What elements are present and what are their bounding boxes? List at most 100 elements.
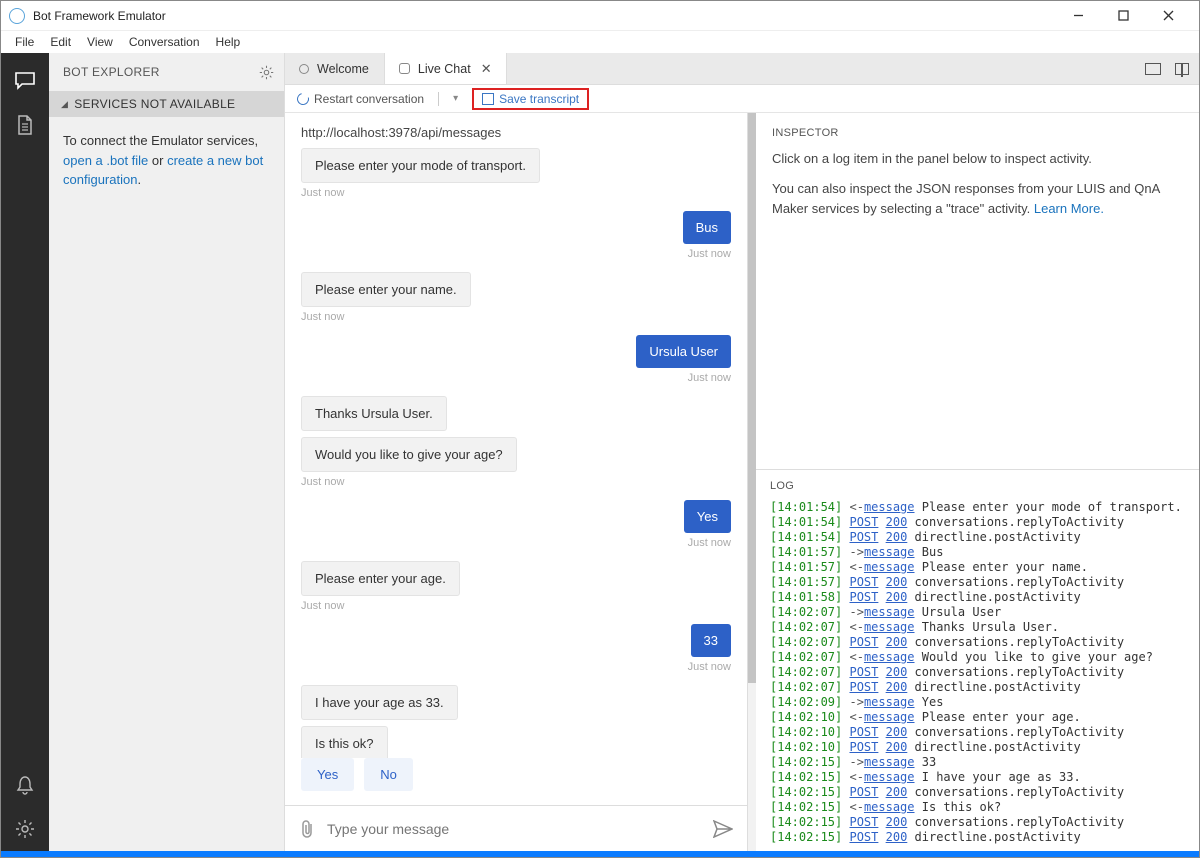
inspector-panel: INSPECTOR Click on a log item in the pan… xyxy=(756,113,1199,244)
status-bar xyxy=(1,851,1199,857)
bot-message-row: Please enter your age. Just now xyxy=(301,561,731,612)
inspector-text-2: You can also inspect the JSON responses … xyxy=(772,179,1183,219)
inspector-text-1: Click on a log item in the panel below t… xyxy=(772,149,1183,169)
chevron-down-icon[interactable]: ▾ xyxy=(453,93,458,104)
connect-suffix: . xyxy=(137,172,141,187)
log-panel: LOG [14:01:54] <-message Please enter yo… xyxy=(756,469,1199,851)
bot-explorer: BOT EXPLORER ◢ SERVICES NOT AVAILABLE To… xyxy=(49,53,285,851)
bot-bubble[interactable]: Please enter your name. xyxy=(301,272,471,307)
maximize-button[interactable] xyxy=(1101,2,1146,30)
message-timestamp: Just now xyxy=(688,248,731,260)
app-icon xyxy=(9,8,25,24)
tab-welcome-label: Welcome xyxy=(317,62,369,76)
message-timestamp: Just now xyxy=(688,372,731,384)
titlebar: Bot Framework Emulator xyxy=(1,1,1199,31)
bot-bubble[interactable]: Please enter your age. xyxy=(301,561,460,596)
bot-message-row: I have your age as 33. xyxy=(301,685,731,720)
open-bot-file-link[interactable]: open a .bot file xyxy=(63,153,148,168)
tab-livechat-label: Live Chat xyxy=(418,62,471,76)
tab-bar: Welcome Live Chat ✕ xyxy=(285,53,1199,85)
explorer-gear-icon[interactable] xyxy=(259,65,274,80)
bot-message-row: Thanks Ursula User. xyxy=(301,396,731,431)
restart-label: Restart conversation xyxy=(314,92,424,106)
content-split: http://localhost:3978/api/messages Pleas… xyxy=(285,113,1199,851)
presentation-icon[interactable] xyxy=(1145,63,1161,75)
bell-icon[interactable] xyxy=(1,763,49,807)
log-lines[interactable]: [14:01:54] <-message Please enter your m… xyxy=(770,500,1185,845)
bot-bubble[interactable]: Please enter your mode of transport. xyxy=(301,148,540,183)
activity-rail xyxy=(1,53,49,851)
menu-conversation[interactable]: Conversation xyxy=(121,33,208,51)
learn-more-link[interactable]: Learn More. xyxy=(1034,201,1104,216)
inspector-header: INSPECTOR xyxy=(772,127,1183,139)
user-message-row: Bus Just now xyxy=(301,211,731,260)
message-list[interactable]: Please enter your mode of transport. Just… xyxy=(285,148,747,758)
restart-icon xyxy=(295,90,311,106)
bot-message-row: Would you like to give your age?Just now xyxy=(301,437,731,488)
welcome-tab-icon xyxy=(299,64,309,74)
user-bubble[interactable]: Yes xyxy=(684,500,731,533)
suggest-yes-button[interactable]: Yes xyxy=(301,758,354,791)
inspector-column: INSPECTOR Click on a log item in the pan… xyxy=(756,113,1199,851)
scrollbar-thumb[interactable] xyxy=(748,113,756,683)
app-window: Bot Framework Emulator File Edit View Co… xyxy=(0,0,1200,858)
save-transcript-button[interactable]: Save transcript xyxy=(472,88,589,110)
tab-right-tools xyxy=(1145,53,1199,84)
close-icon[interactable]: ✕ xyxy=(481,61,492,77)
toolbar-separator xyxy=(438,92,439,106)
document-icon[interactable] xyxy=(1,103,49,147)
main-area: Welcome Live Chat ✕ Restart conversation xyxy=(285,53,1199,851)
section-label: SERVICES NOT AVAILABLE xyxy=(74,97,235,111)
message-timestamp: Just now xyxy=(688,537,731,549)
chat-scrollbar[interactable] xyxy=(748,113,756,851)
app-body: BOT EXPLORER ◢ SERVICES NOT AVAILABLE To… xyxy=(1,53,1199,851)
user-message-row: Yes Just now xyxy=(301,500,731,549)
chat-toolbar: Restart conversation ▾ Save transcript xyxy=(285,85,1199,113)
explorer-body: To connect the Emulator services, open a… xyxy=(49,117,284,204)
connect-text-prefix: To connect the Emulator services, xyxy=(63,133,258,148)
message-timestamp: Just now xyxy=(301,600,344,612)
menubar: File Edit View Conversation Help xyxy=(1,31,1199,53)
message-timestamp: Just now xyxy=(301,311,344,323)
livechat-tab-icon xyxy=(399,63,410,74)
endpoint-url: http://localhost:3978/api/messages xyxy=(285,113,747,148)
menu-edit[interactable]: Edit xyxy=(42,33,79,51)
bot-message-row: Please enter your mode of transport.Just… xyxy=(301,148,731,199)
chat-icon[interactable] xyxy=(1,59,49,103)
gear-icon[interactable] xyxy=(1,807,49,851)
chat-column: http://localhost:3978/api/messages Pleas… xyxy=(285,113,748,851)
bot-message-row: Is this ok?Just now xyxy=(301,726,731,758)
explorer-title: BOT EXPLORER xyxy=(63,65,160,79)
user-bubble[interactable]: Bus xyxy=(683,211,731,244)
user-bubble[interactable]: Ursula User xyxy=(636,335,731,368)
bot-bubble[interactable]: Would you like to give your age? xyxy=(301,437,517,472)
window-title: Bot Framework Emulator xyxy=(33,9,166,23)
send-icon[interactable] xyxy=(713,820,733,838)
user-message-row: Ursula User Just now xyxy=(301,335,731,384)
restart-conversation-button[interactable]: Restart conversation xyxy=(297,92,424,106)
log-header: LOG xyxy=(770,480,1185,492)
explorer-section[interactable]: ◢ SERVICES NOT AVAILABLE xyxy=(49,91,284,117)
attachment-icon[interactable] xyxy=(299,819,315,839)
tab-live-chat[interactable]: Live Chat ✕ xyxy=(384,53,507,84)
menu-help[interactable]: Help xyxy=(208,33,249,51)
bot-bubble[interactable]: I have your age as 33. xyxy=(301,685,458,720)
tab-welcome[interactable]: Welcome xyxy=(285,53,384,84)
bot-bubble[interactable]: Thanks Ursula User. xyxy=(301,396,447,431)
menu-view[interactable]: View xyxy=(79,33,121,51)
minimize-button[interactable] xyxy=(1056,2,1101,30)
message-input[interactable] xyxy=(327,821,701,837)
close-button[interactable] xyxy=(1146,2,1191,30)
connect-or: or xyxy=(148,153,167,168)
window-controls xyxy=(1056,2,1191,30)
menu-file[interactable]: File xyxy=(7,33,42,51)
collapse-icon: ◢ xyxy=(61,99,68,110)
suggest-no-button[interactable]: No xyxy=(364,758,413,791)
bot-bubble[interactable]: Is this ok? xyxy=(301,726,388,758)
save-label: Save transcript xyxy=(499,92,579,106)
bot-message-row: Please enter your name. Just now xyxy=(301,272,731,323)
user-bubble[interactable]: 33 xyxy=(691,624,731,657)
save-icon xyxy=(482,93,494,105)
split-icon[interactable] xyxy=(1175,63,1189,75)
explorer-header: BOT EXPLORER xyxy=(49,53,284,91)
